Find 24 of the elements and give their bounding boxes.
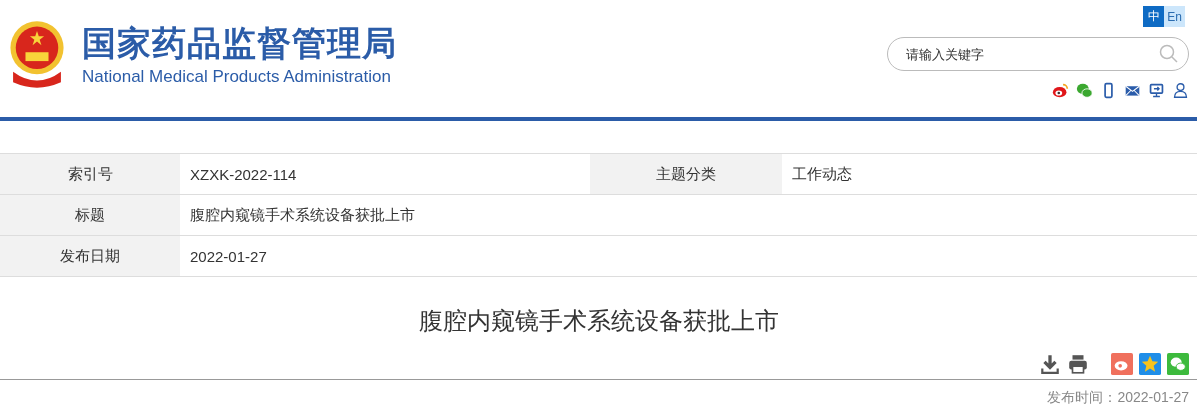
user-icon[interactable]	[1172, 82, 1189, 99]
table-label: 索引号	[0, 153, 180, 195]
site-subtitle: National Medical Products Administration	[82, 66, 392, 87]
language-tab[interactable]: En	[1164, 6, 1185, 27]
article-title: 腹腔内窥镜手术系统设备获批上市	[417, 306, 780, 336]
table-cell: 2022-01-27	[180, 235, 1197, 277]
table-cell: 工作动态	[782, 153, 1197, 195]
wechat-icon[interactable]	[1076, 82, 1093, 99]
table-label: 主题分类	[590, 153, 782, 195]
table-cell: 腹腔内窥镜手术系统设备获批上市	[180, 194, 1197, 236]
monitor-icon[interactable]	[1148, 82, 1165, 99]
weibo-icon[interactable]	[1052, 82, 1069, 99]
table-label: 标题	[0, 194, 180, 236]
language-tab[interactable]: 中	[1143, 6, 1164, 27]
star-share-icon[interactable]	[1139, 353, 1161, 375]
table-label: 发布日期	[0, 235, 180, 277]
site-title: 国家药品监督管理局	[82, 22, 397, 64]
wechat-share-icon[interactable]	[1167, 353, 1189, 375]
print-icon[interactable]	[1067, 353, 1089, 375]
search-field[interactable]: 请输入关键字	[887, 37, 1189, 71]
publish-date: 发布时间：2022-01-27	[1046, 389, 1190, 407]
download-icon[interactable]	[1039, 353, 1061, 375]
weibo-share-icon[interactable]	[1111, 353, 1133, 375]
table-cell: XZXK-2022-114	[180, 153, 590, 195]
